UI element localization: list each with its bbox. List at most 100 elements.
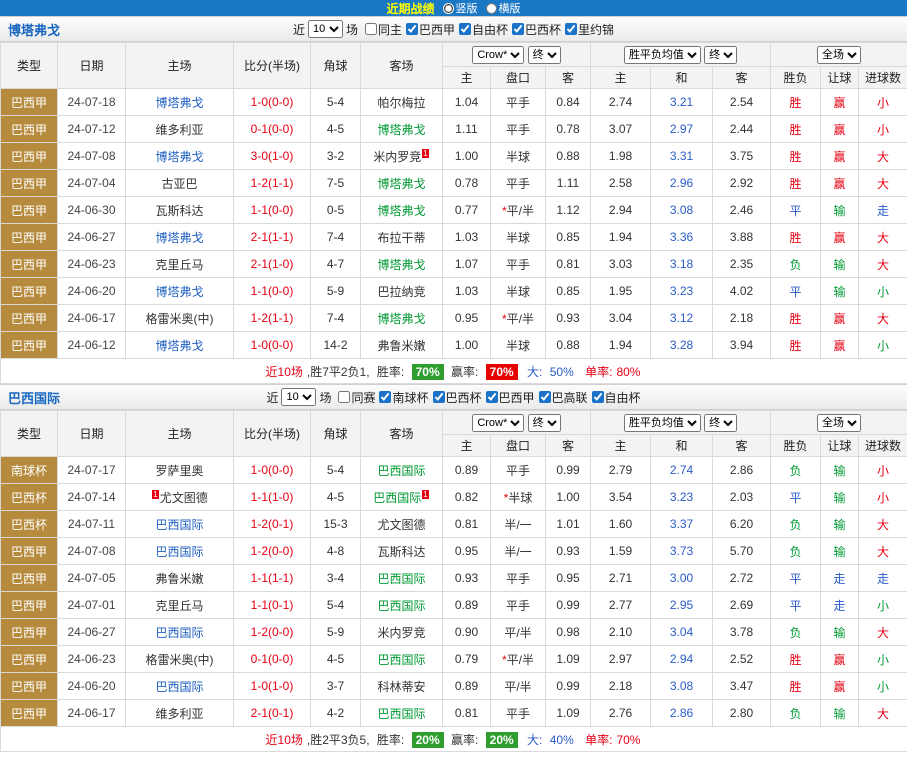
checkbox-input[interactable] <box>338 391 350 403</box>
match-row: 巴西甲24-07-05弗鲁米嫩1-1(1-1)3-4巴西国际0.93平手0.95… <box>1 565 907 592</box>
league-filter-checkbox[interactable]: 巴西杯 <box>433 389 482 406</box>
team-name[interactable]: 巴西国际 <box>377 653 425 667</box>
team-name-heading[interactable]: 博塔弗戈 <box>8 20 60 39</box>
euro-home-odds: 2.94 <box>591 197 651 224</box>
team-name[interactable]: 巴西国际 <box>377 599 425 613</box>
summary-record: ,胜2平3负5, <box>307 733 370 747</box>
league-filter-checkbox[interactable]: 巴西甲 <box>406 21 455 38</box>
team-name[interactable]: 博塔弗戈 <box>377 258 425 272</box>
team-name[interactable]: 博塔弗戈 <box>155 150 203 164</box>
team-name[interactable]: 博塔弗戈 <box>155 96 203 110</box>
team-name[interactable]: 巴西国际 <box>155 626 203 640</box>
team-name[interactable]: 博塔弗戈 <box>377 204 425 218</box>
home-team-cell: 巴西国际 <box>126 619 234 646</box>
team-name[interactable]: 博塔弗戈 <box>155 339 203 353</box>
score-halftime: 1-2(0-0) <box>234 619 311 646</box>
league-badge: 巴西杯 <box>1 484 58 511</box>
asian-handicap-line: 平/半 <box>491 673 546 700</box>
layout-radio-horizontal[interactable]: 横版 <box>486 0 521 16</box>
checkbox-input[interactable] <box>486 391 498 403</box>
away-team-cell: 巴西国际 <box>361 646 443 673</box>
euro-home-odds: 1.95 <box>591 278 651 305</box>
team-name[interactable]: 巴西国际 <box>155 680 203 694</box>
asian-home-odds: 1.00 <box>443 143 491 170</box>
asian-handicap-line: 半球 <box>491 224 546 251</box>
team-name[interactable]: 巴西国际 <box>377 464 425 478</box>
euro-odds-select[interactable]: 胜平负均值 <box>624 414 701 432</box>
team-name[interactable]: 博塔弗戈 <box>155 231 203 245</box>
match-date: 24-06-17 <box>58 305 126 332</box>
matches-table: 类型 日期 主场 比分(半场) 角球 客场 Crow* 终 胜平负均值 终 全场… <box>0 42 907 384</box>
team-name[interactable]: 巴西国际 <box>373 491 421 505</box>
checkbox-input[interactable] <box>459 23 471 35</box>
match-result: 负 <box>771 457 821 484</box>
layout-radio-vertical[interactable]: 竖版 <box>443 0 478 16</box>
win-rate-label: 胜率: <box>377 365 404 379</box>
away-team-cell: 博塔弗戈 <box>361 170 443 197</box>
checkbox-input[interactable] <box>379 391 391 403</box>
col-header-home: 主场 <box>126 43 234 89</box>
match-result: 平 <box>771 484 821 511</box>
checkbox-input[interactable] <box>365 23 377 35</box>
euro-draw-odds: 3.36 <box>651 224 713 251</box>
euro-home-odds: 2.58 <box>591 170 651 197</box>
checkbox-input[interactable] <box>512 23 524 35</box>
team-name: 维多利亚 <box>155 707 203 721</box>
recent-count-select[interactable]: 10 <box>281 388 316 406</box>
home-team-cell: 克里丘马 <box>126 592 234 619</box>
asian-home-odds: 1.03 <box>443 278 491 305</box>
goals-result: 走 <box>859 197 907 224</box>
odd-rate: 单率:70% <box>583 733 642 747</box>
bookmaker-select[interactable]: Crow* <box>472 414 524 432</box>
checkbox-input[interactable] <box>565 23 577 35</box>
score-halftime: 1-0(0-0) <box>234 89 311 116</box>
league-filter-checkbox[interactable]: 巴高联 <box>539 389 588 406</box>
euro-away-odds: 3.78 <box>713 619 771 646</box>
team-name-heading[interactable]: 巴西国际 <box>8 388 60 407</box>
team-name[interactable]: 博塔弗戈 <box>377 123 425 137</box>
checkbox-input[interactable] <box>406 23 418 35</box>
asian-final-select[interactable]: 终 <box>528 414 561 432</box>
league-filter-checkbox[interactable]: 同赛 <box>338 389 375 406</box>
match-row: 南球杯24-07-17罗萨里奥1-0(0-0)5-4巴西国际0.89平手0.99… <box>1 457 907 484</box>
handicap-result: 赢 <box>821 170 859 197</box>
handicap-result: 输 <box>821 457 859 484</box>
score-halftime: 1-1(1-0) <box>234 484 311 511</box>
asian-odds-header: Crow* 终 <box>443 43 591 67</box>
league-filter-checkbox[interactable]: 自由杯 <box>459 21 508 38</box>
team-name[interactable]: 巴西国际 <box>377 707 425 721</box>
checkbox-input[interactable] <box>433 391 445 403</box>
euro-final-select[interactable]: 终 <box>704 46 737 64</box>
team-name: 古亚巴 <box>161 177 197 191</box>
scope-select[interactable]: 全场 <box>817 414 861 432</box>
match-result: 胜 <box>771 89 821 116</box>
euro-draw-odds: 3.23 <box>651 484 713 511</box>
asian-final-select[interactable]: 终 <box>528 46 561 64</box>
league-filter-checkbox[interactable]: 同主 <box>365 21 402 38</box>
horizontal-radio[interactable] <box>486 3 497 14</box>
team-name[interactable]: 博塔弗戈 <box>155 285 203 299</box>
euro-final-select[interactable]: 终 <box>704 414 737 432</box>
asian-line-col: 盘口 <box>491 435 546 457</box>
league-filter-checkbox[interactable]: 自由杯 <box>592 389 641 406</box>
away-team-cell: 米内罗竞 <box>361 619 443 646</box>
team-name[interactable]: 博塔弗戈 <box>377 312 425 326</box>
team-name[interactable]: 巴西国际 <box>155 545 203 559</box>
team-name[interactable]: 巴西国际 <box>377 572 425 586</box>
league-filter-checkbox[interactable]: 巴西甲 <box>486 389 535 406</box>
odd-rate: 单率:80% <box>583 365 642 379</box>
league-filter-checkbox[interactable]: 南球杯 <box>379 389 428 406</box>
vertical-radio[interactable] <box>443 3 454 14</box>
recent-count-select[interactable]: 10 <box>308 20 343 38</box>
col-header-away: 客场 <box>361 411 443 457</box>
league-filter-checkbox[interactable]: 里约锦 <box>565 21 614 38</box>
checkbox-input[interactable] <box>539 391 551 403</box>
league-filter-checkbox[interactable]: 巴西杯 <box>512 21 561 38</box>
team-name[interactable]: 巴西国际 <box>155 518 203 532</box>
euro-odds-select[interactable]: 胜平负均值 <box>624 46 701 64</box>
home-team-cell: 格雷米奥(中) <box>126 646 234 673</box>
bookmaker-select[interactable]: Crow* <box>472 46 524 64</box>
scope-select[interactable]: 全场 <box>817 46 861 64</box>
team-name[interactable]: 博塔弗戈 <box>377 177 425 191</box>
checkbox-input[interactable] <box>592 391 604 403</box>
